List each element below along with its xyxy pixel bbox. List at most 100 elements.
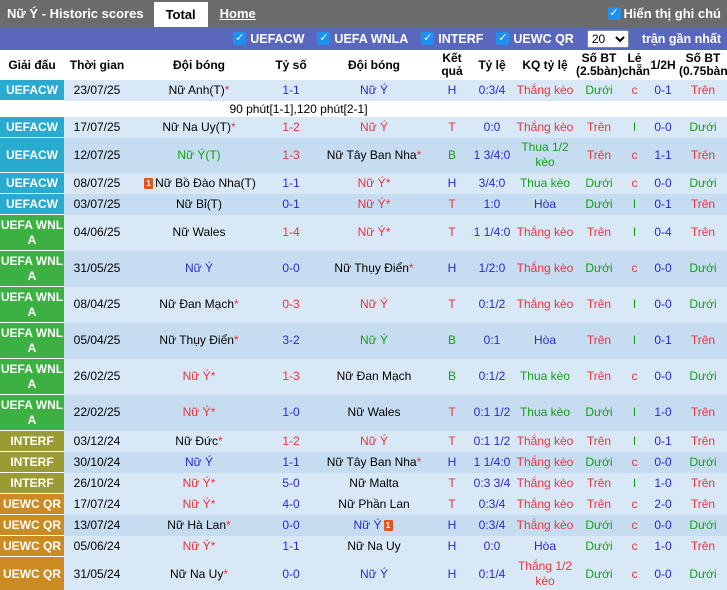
team-link[interactable]: Nữ Đan Mạch	[337, 369, 412, 383]
team-link[interactable]: Nữ Ý	[360, 83, 388, 97]
team-link[interactable]: Nữ Na Uy	[347, 539, 400, 553]
team-link[interactable]: Nữ Ý(T)	[177, 148, 220, 162]
handicap-odds: 1 3/4:0	[470, 138, 514, 173]
handicap-result: Thắng 1/2 kèo	[514, 557, 576, 590]
filter-uefacw[interactable]: ✓ UEFACW	[233, 32, 304, 46]
column-header: Số BT (0.75bàn)	[679, 50, 727, 80]
column-header: Đội bóng	[130, 50, 268, 80]
half-time-score: 0-1	[647, 431, 679, 452]
team-link[interactable]: Nữ Hà Lan	[167, 518, 226, 532]
team-cell: Nữ Ý	[314, 80, 434, 101]
tab-home[interactable]: Home	[208, 0, 268, 27]
checkbox-checked-icon[interactable]: ✓	[233, 32, 246, 45]
team-link[interactable]: Nữ Ý	[183, 539, 211, 553]
result-letter: H	[434, 251, 470, 287]
handicap-odds: 0:0	[470, 117, 514, 138]
team-link[interactable]: Nữ Na Uy	[170, 567, 223, 581]
recent-count-select[interactable]: 20	[587, 30, 629, 48]
result-letter: H	[434, 452, 470, 473]
filter-interf[interactable]: ✓ INTERF	[421, 32, 483, 46]
team-link[interactable]: Nữ Ý	[185, 261, 213, 275]
team-link[interactable]: Nữ Anh(T)	[169, 83, 225, 97]
column-header: Đội bóng	[314, 50, 434, 80]
team-link[interactable]: Nữ Bỉ(T)	[176, 197, 222, 211]
match-date: 30/10/24	[64, 452, 130, 473]
team-link[interactable]: Nữ Tây Ban Nha	[327, 148, 417, 162]
team-link[interactable]: Nữ Đan Mạch	[159, 297, 234, 311]
team-cell: 1Nữ Bồ Đào Nha(T)	[130, 173, 268, 194]
team-link[interactable]: Nữ Ý	[360, 434, 388, 448]
result-letter: B	[434, 359, 470, 395]
checkbox-checked-icon[interactable]: ✓	[608, 7, 621, 20]
favorite-star-icon: *	[386, 225, 391, 239]
team-link[interactable]: Nữ Wales	[348, 405, 401, 419]
match-date: 03/07/25	[64, 194, 130, 215]
tab-total[interactable]: Total	[154, 2, 208, 27]
favorite-star-icon: *	[231, 120, 236, 134]
team-link[interactable]: Nữ Ý	[360, 297, 388, 311]
full-time-score: 0-0	[268, 515, 314, 536]
team-link[interactable]: Nữ Ý	[183, 476, 211, 490]
team-link[interactable]: Nữ Ý	[358, 176, 386, 190]
team-link[interactable]: Nữ Ý	[360, 567, 388, 581]
handicap-result: Thắng kèo	[514, 80, 576, 101]
team-link[interactable]: Nữ Thụy Điển	[334, 261, 409, 275]
team-link[interactable]: Nữ Ý	[358, 197, 386, 211]
handicap-result: Thắng kèo	[514, 452, 576, 473]
team-link[interactable]: Nữ Ý	[183, 405, 211, 419]
odd-even: l	[622, 215, 647, 251]
team-link[interactable]: Nữ Wales	[173, 225, 226, 239]
match-row: UEWC QR05/06/24Nữ Ý*1-1Nữ Na UyH0:0HòaDư…	[0, 536, 727, 557]
handicap-odds: 1 1/4:0	[470, 215, 514, 251]
team-link[interactable]: Nữ Ý	[360, 120, 388, 134]
show-notes-toggle[interactable]: ✓ Hiển thị ghi chú	[608, 0, 727, 27]
team-link[interactable]: Nữ Tây Ban Nha	[327, 455, 417, 469]
half-time-score: 0-1	[647, 80, 679, 101]
favorite-star-icon: *	[223, 567, 228, 581]
team-link[interactable]: Nữ Na Uy(T)	[162, 120, 231, 134]
favorite-star-icon: *	[211, 539, 216, 553]
team-link[interactable]: Nữ Đức	[175, 434, 218, 448]
half-time-score: 1-0	[647, 395, 679, 431]
team-link[interactable]: Nữ Ý	[183, 369, 211, 383]
match-row: UEWC QR31/05/24Nữ Na Uy*0-0Nữ ÝH0:1/4Thắ…	[0, 557, 727, 590]
column-header: Tỷ số	[268, 50, 314, 80]
league-badge: INTERF	[0, 431, 64, 452]
team-link[interactable]: Nữ Bồ Đào Nha(T)	[155, 176, 256, 190]
over-under-0-75: Dưới	[679, 117, 727, 138]
result-letter: T	[434, 431, 470, 452]
match-date: 03/12/24	[64, 431, 130, 452]
checkbox-checked-icon[interactable]: ✓	[421, 32, 434, 45]
checkbox-checked-icon[interactable]: ✓	[317, 32, 330, 45]
team-cell: Nữ Hà Lan*	[130, 515, 268, 536]
team-link[interactable]: Nữ Malta	[349, 476, 398, 490]
over-under-2-5: Dưới	[576, 251, 622, 287]
team-link[interactable]: Nữ Phần Lan	[338, 497, 409, 511]
over-under-0-75: Trên	[679, 431, 727, 452]
team-link[interactable]: Nữ Ý	[353, 518, 381, 532]
filter-uefa-wnla[interactable]: ✓ UEFA WNLA	[317, 32, 408, 46]
team-link[interactable]: Nữ Ý	[360, 333, 388, 347]
handicap-odds: 0:3/4	[470, 494, 514, 515]
league-badge: UEFA WNLA	[0, 323, 64, 359]
favorite-star-icon: *	[417, 148, 422, 162]
handicap-odds: 0:1 1/2	[470, 395, 514, 431]
match-row: INTERF03/12/24Nữ Đức*1-2Nữ ÝT0:1 1/2Thắn…	[0, 431, 727, 452]
checkbox-checked-icon[interactable]: ✓	[496, 32, 509, 45]
handicap-result: Thắng kèo	[514, 473, 576, 494]
result-letter: H	[434, 173, 470, 194]
team-link[interactable]: Nữ Ý	[185, 455, 213, 469]
match-row: UEFA WNLA08/04/25Nữ Đan Mạch*0-3Nữ ÝT0:1…	[0, 287, 727, 323]
team-link[interactable]: Nữ Thụy Điển	[159, 333, 234, 347]
handicap-result: Thắng kèo	[514, 251, 576, 287]
filter-uewc-qr[interactable]: ✓ UEWC QR	[496, 32, 573, 46]
team-link[interactable]: Nữ Ý	[358, 225, 386, 239]
match-row: UEFACW03/07/25Nữ Bỉ(T)0-1Nữ Ý*T1:0HòaDướ…	[0, 194, 727, 215]
match-date: 04/06/25	[64, 215, 130, 251]
over-under-2-5: Trên	[576, 323, 622, 359]
filter-label: INTERF	[438, 32, 483, 46]
favorite-star-icon: *	[226, 518, 231, 532]
team-link[interactable]: Nữ Ý	[183, 497, 211, 511]
over-under-2-5: Dưới	[576, 536, 622, 557]
team-cell: Nữ Ý*	[130, 536, 268, 557]
